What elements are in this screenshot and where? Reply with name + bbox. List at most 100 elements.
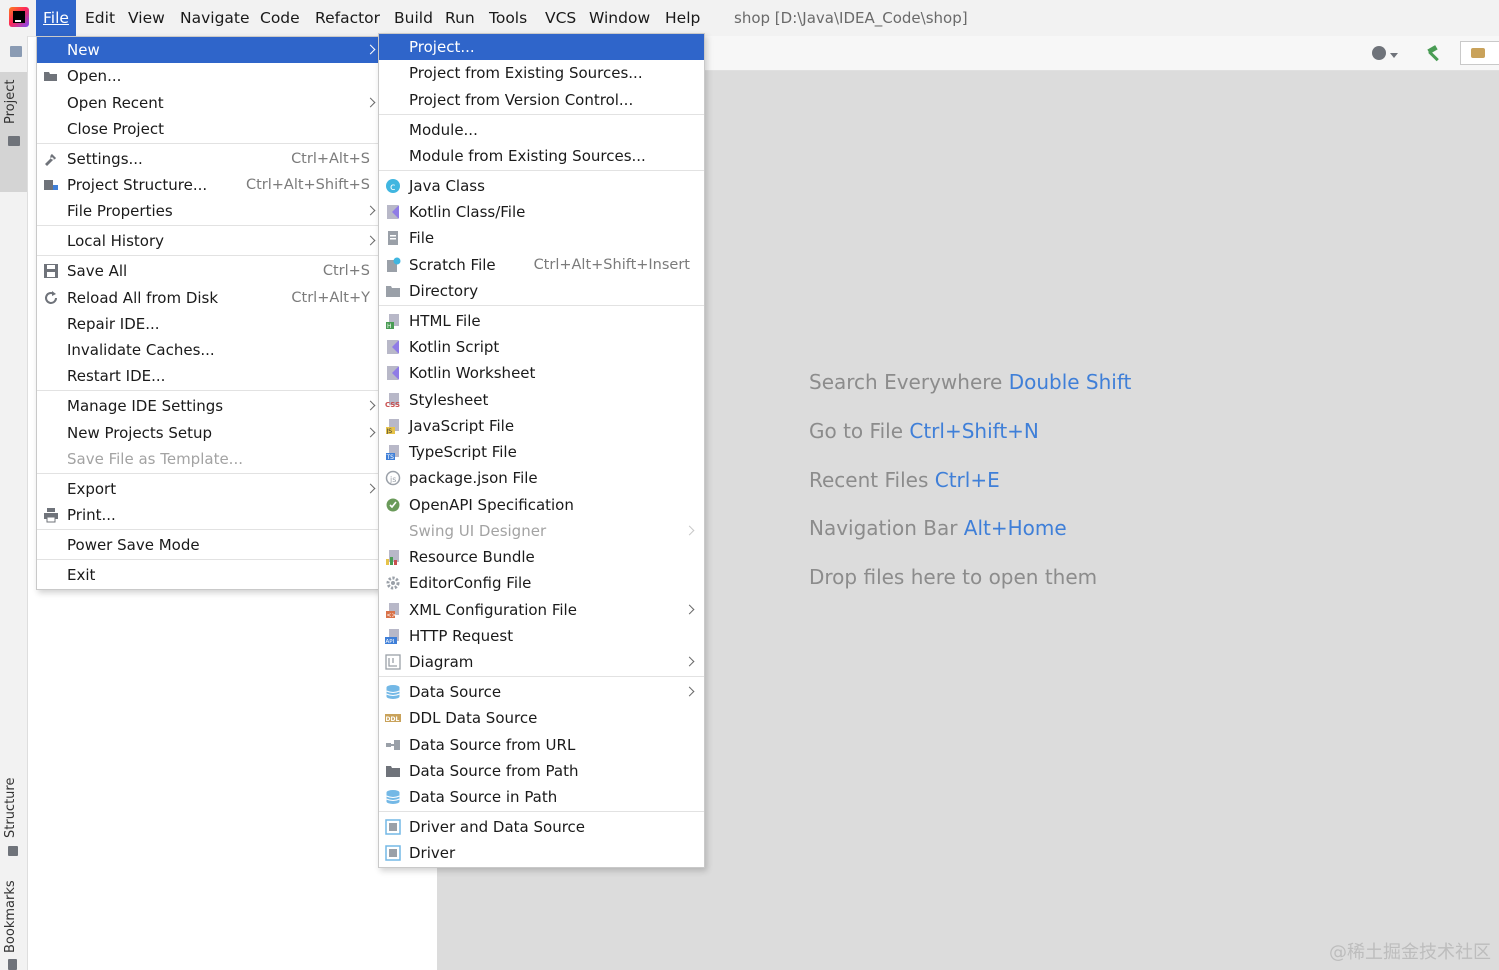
new-openapi-specification[interactable]: OpenAPI Specification [379,492,704,518]
menu-navigate[interactable]: Navigate [173,0,257,36]
menu-item-label: Local History [67,232,165,250]
resource-bundle-icon [385,549,401,565]
file-menu-save-as-template: Save File as Template... [37,446,379,472]
menu-navigate-label: Navigate [180,9,250,27]
new-java-class[interactable]: c Java Class [379,173,704,199]
svg-text:CSS: CSS [385,401,400,408]
file-menu-restart-ide[interactable]: Restart IDE... [37,363,379,389]
new-project[interactable]: Project... [379,34,704,60]
menu-item-label: Close Project [67,120,164,138]
file-menu-new[interactable]: New [37,37,379,63]
new-data-source-from-path[interactable]: Data Source from Path [379,758,704,784]
menu-help-label: Help [665,9,701,27]
menu-edit[interactable]: Edit [78,0,122,36]
menu-code[interactable]: Code [253,0,307,36]
svg-text:js: js [389,475,396,484]
menu-item-label: Export [67,480,117,498]
menu-item-label: JavaScript File [409,417,515,435]
new-html-file[interactable]: H HTML File [379,308,704,334]
driver-icon [385,819,401,835]
menu-item-label: Reload All from Disk [67,289,219,307]
open-folder-icon [385,763,401,779]
new-data-source-in-path[interactable]: Data Source in Path [379,784,704,810]
new-project-existing-sources[interactable]: Project from Existing Sources... [379,60,704,86]
file-menu-repair-ide[interactable]: Repair IDE... [37,311,379,337]
new-xml-configuration-file[interactable]: <> XML Configuration File [379,597,704,623]
user-account-icon[interactable] [1372,46,1386,60]
menu-item-shortcut: Ctrl+S [322,263,370,279]
file-menu-close-project[interactable]: Close Project [37,116,379,142]
submenu-arrow-icon [365,483,376,494]
menu-run[interactable]: Run [438,0,482,36]
file-menu-exit[interactable]: Exit [37,562,379,588]
new-http-request[interactable]: API HTTP Request [379,623,704,649]
new-kotlin-class[interactable]: Kotlin Class/File [379,199,704,225]
menu-tools[interactable]: Tools [482,0,534,36]
new-editorconfig-file[interactable]: EditorConfig File [379,570,704,596]
menu-item-label: New Projects Setup [67,424,213,442]
tool-tab-project[interactable]: Project [0,72,27,192]
new-ddl-data-source[interactable]: DDL DDL Data Source [379,705,704,731]
ddl-icon: DDL [385,710,401,726]
menu-build-label: Build [394,9,433,27]
tool-tab-structure[interactable]: Structure [0,776,27,866]
typescript-file-icon: TS [385,444,401,461]
new-package-json-file[interactable]: js package.json File [379,465,704,491]
file-menu-manage-ide-settings[interactable]: Manage IDE Settings [37,393,379,419]
new-resource-bundle[interactable]: Resource Bundle [379,544,704,570]
menu-item-label: Diagram [409,653,474,671]
menu-file[interactable]: File [36,0,76,36]
tool-tab-bookmarks[interactable]: Bookmarks [0,880,27,970]
new-project-version-control[interactable]: Project from Version Control... [379,87,704,113]
new-kotlin-script[interactable]: Kotlin Script [379,334,704,360]
new-data-source[interactable]: Data Source [379,679,704,705]
menu-help[interactable]: Help [658,0,707,36]
menu-view[interactable]: View [121,0,172,36]
new-directory[interactable]: Directory [379,278,704,304]
menu-item-label: Repair IDE... [67,315,160,333]
file-menu-export[interactable]: Export [37,476,379,502]
run-config-selector[interactable] [1460,41,1499,65]
new-diagram[interactable]: Diagram [379,649,704,675]
new-driver[interactable]: Driver [379,840,704,866]
menu-build[interactable]: Build [387,0,440,36]
file-menu-power-save-mode[interactable]: Power Save Mode [37,532,379,558]
new-scratch-file[interactable]: Scratch File Ctrl+Alt+Shift+Insert [379,252,704,278]
diagram-icon [385,654,401,670]
html-file-icon: H [385,313,401,330]
menu-item-label: DDL Data Source [409,709,538,727]
menu-refactor[interactable]: Refactor [308,0,387,36]
menu-item-label: File [409,229,435,247]
menu-item-label: Driver and Data Source [409,818,586,836]
menu-item-label: Manage IDE Settings [67,397,224,415]
menu-item-label: Invalidate Caches... [67,341,215,359]
file-menu-save-all[interactable]: Save All Ctrl+S [37,258,379,284]
menu-vcs[interactable]: VCS [538,0,583,36]
new-javascript-file[interactable]: JS JavaScript File [379,413,704,439]
hint-drop-files: Drop files here to open them [809,565,1097,589]
new-stylesheet[interactable]: CSS Stylesheet [379,387,704,413]
new-data-source-from-url[interactable]: Data Source from URL [379,732,704,758]
svg-text:<>: <> [387,612,397,618]
file-menu-open[interactable]: Open... [37,63,379,89]
file-menu-invalidate-caches[interactable]: Invalidate Caches... [37,337,379,363]
file-menu-project-structure[interactable]: Project Structure... Ctrl+Alt+Shift+S [37,172,379,198]
file-menu-file-properties[interactable]: File Properties [37,198,379,224]
file-menu-local-history[interactable]: Local History [37,228,379,254]
menu-file-label: File [43,9,69,27]
menu-window[interactable]: Window [582,0,657,36]
file-menu-reload-all[interactable]: Reload All from Disk Ctrl+Alt+Y [37,285,379,311]
new-typescript-file[interactable]: TS TypeScript File [379,439,704,465]
build-hammer-icon[interactable] [1426,45,1442,62]
file-menu-print[interactable]: Print... [37,502,379,528]
xml-file-icon: <> [385,602,401,619]
file-menu-settings[interactable]: Settings... Ctrl+Alt+S [37,146,379,172]
new-file[interactable]: File [379,225,704,251]
new-module-existing-sources[interactable]: Module from Existing Sources... [379,143,704,169]
new-module[interactable]: Module... [379,117,704,143]
file-menu-new-projects-setup[interactable]: New Projects Setup [37,420,379,446]
new-kotlin-worksheet[interactable]: Kotlin Worksheet [379,360,704,386]
file-menu-open-recent[interactable]: Open Recent [37,90,379,116]
new-driver-and-data-source[interactable]: Driver and Data Source [379,814,704,840]
menu-edit-label: Edit [85,9,116,27]
